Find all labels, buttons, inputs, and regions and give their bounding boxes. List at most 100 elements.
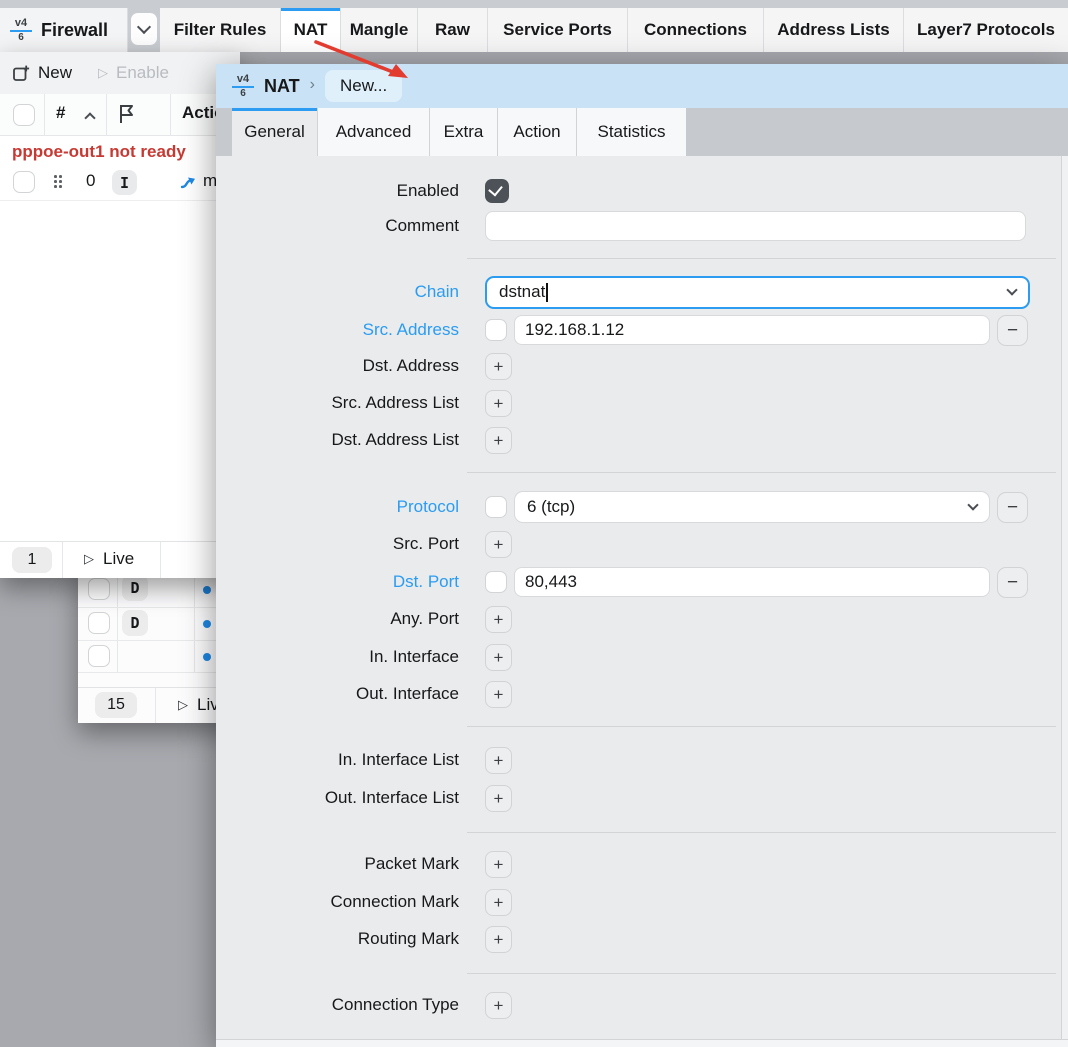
add-button[interactable]: + (485, 851, 512, 878)
flag-icon[interactable] (118, 103, 136, 125)
add-button[interactable]: + (485, 992, 512, 1019)
window-switcher-chevron[interactable] (131, 13, 157, 45)
status-dot-icon (203, 653, 211, 661)
tab-action[interactable]: Action (497, 108, 576, 156)
row-checkbox[interactable] (88, 645, 110, 667)
field-row-src-port: Src. Port + (216, 530, 1056, 558)
rule-row[interactable]: 0 I m (0, 166, 240, 201)
ipv4-ipv6-icon: v46 (10, 18, 32, 43)
rule-index: 0 (86, 171, 95, 191)
add-button[interactable]: + (485, 353, 512, 380)
new-window-icon (12, 64, 30, 82)
tab-nat[interactable]: NAT (280, 8, 340, 52)
dst-port-input[interactable] (514, 567, 990, 597)
general-form: Enabled Comment Chain dstnat Src. Addres… (216, 156, 1068, 1046)
enable-button[interactable]: ▷ Enable (98, 63, 169, 83)
row-checkbox[interactable] (13, 171, 35, 193)
remove-button[interactable]: − (997, 492, 1028, 523)
field-row-in-interface: In. Interface + (216, 643, 1056, 671)
add-button[interactable]: + (485, 531, 512, 558)
tab-advanced[interactable]: Advanced (317, 108, 429, 156)
field-row-out-interface-list: Out. Interface List + (216, 784, 1056, 812)
play-icon: ▷ (178, 697, 188, 713)
add-button[interactable]: + (485, 606, 512, 633)
field-row-comment: Comment (216, 209, 1056, 243)
remove-button[interactable]: − (997, 567, 1028, 598)
tab-general[interactable]: General (232, 108, 317, 156)
play-icon: ▷ (98, 65, 108, 81)
field-row-dst-address: Dst. Address + (216, 352, 1056, 380)
page-count-badge: 1 (12, 547, 52, 573)
remove-button[interactable]: − (997, 315, 1028, 346)
field-row-connection-type: Connection Type + (216, 991, 1056, 1019)
field-row-connection-mark: Connection Mark + (216, 888, 1056, 916)
field-row-src-address: Src. Address − (216, 313, 1056, 347)
row-checkbox[interactable] (88, 578, 110, 600)
disabled-badge: D (122, 610, 148, 636)
tab-service-ports[interactable]: Service Ports (487, 8, 627, 52)
field-row-any-port: Any. Port + (216, 605, 1056, 633)
play-icon: ▷ (84, 551, 94, 567)
tab-connections[interactable]: Connections (627, 8, 763, 52)
chevron-down-icon (137, 20, 151, 34)
field-row-in-interface-list: In. Interface List + (216, 746, 1056, 774)
field-row-routing-mark: Routing Mark + (216, 925, 1056, 953)
field-row-chain: Chain dstnat (216, 274, 1056, 310)
add-button[interactable]: + (485, 390, 512, 417)
add-button[interactable]: + (485, 681, 512, 708)
dialog-tabs: General Advanced Extra Action Statistics (216, 108, 1068, 156)
drag-handle-icon[interactable] (54, 175, 62, 188)
negate-checkbox[interactable] (485, 571, 507, 593)
invalid-badge: I (112, 170, 137, 195)
firewall-filter-window: New ▷ Enable # Action pppoe-out1 not rea… (0, 52, 240, 578)
add-button[interactable]: + (485, 427, 512, 454)
add-button[interactable]: + (485, 785, 512, 812)
tab-mangle[interactable]: Mangle (340, 8, 417, 52)
page-count-badge: 15 (95, 692, 137, 718)
section-divider (467, 472, 1056, 473)
list-footer: 1 ▷ Live (0, 541, 240, 578)
field-row-enabled: Enabled (216, 174, 1056, 208)
src-address-input[interactable] (514, 315, 990, 345)
sort-asc-icon[interactable] (84, 112, 95, 123)
negate-checkbox[interactable] (485, 496, 507, 518)
tab-extra[interactable]: Extra (429, 108, 497, 156)
tab-filter-rules[interactable]: Filter Rules (160, 8, 280, 52)
top-tab-bar: v46 Firewall Filter Rules NAT Mangle Raw… (0, 0, 1068, 52)
tab-address-lists[interactable]: Address Lists (763, 8, 903, 52)
status-dot-icon (203, 586, 211, 594)
add-button[interactable]: + (485, 889, 512, 916)
new-button[interactable]: New (12, 63, 72, 83)
field-row-protocol: Protocol 6 (tcp) − (216, 490, 1056, 524)
tab-statistics[interactable]: Statistics (576, 108, 686, 156)
add-button[interactable]: + (485, 926, 512, 953)
disabled-badge: D (122, 575, 148, 601)
row-checkbox[interactable] (88, 612, 110, 634)
ipv4-ipv6-icon: v46 (232, 74, 254, 99)
scrollbar-track[interactable] (1061, 156, 1068, 1046)
comment-input[interactable] (485, 211, 1026, 241)
chevron-down-icon (967, 499, 978, 510)
field-row-out-interface: Out. Interface + (216, 680, 1056, 708)
window-title-firewall: v46 Firewall (0, 8, 128, 52)
enabled-checkbox[interactable] (485, 179, 509, 203)
negate-checkbox[interactable] (485, 319, 507, 341)
dialog-header: v46 NAT › New... (216, 64, 1068, 108)
app-title: Firewall (41, 20, 108, 41)
add-button[interactable]: + (485, 747, 512, 774)
section-divider (467, 258, 1056, 259)
nat-new-dialog: v46 NAT › New... General Advanced Extra … (216, 64, 1068, 1046)
chain-combobox[interactable]: dstnat (485, 276, 1030, 309)
breadcrumb-title: NAT (264, 76, 300, 97)
column-number[interactable]: # (56, 103, 65, 123)
tab-layer7-protocols[interactable]: Layer7 Protocols (903, 8, 1068, 52)
protocol-combobox[interactable]: 6 (tcp) (514, 491, 990, 523)
field-row-dst-port: Dst. Port − (216, 565, 1056, 599)
text-cursor (546, 283, 548, 302)
live-button[interactable]: ▷ Live (84, 549, 134, 569)
status-dot-icon (203, 620, 211, 628)
breadcrumb-separator-icon: › (310, 76, 315, 94)
select-all-checkbox[interactable] (13, 104, 35, 126)
add-button[interactable]: + (485, 644, 512, 671)
tab-raw[interactable]: Raw (417, 8, 487, 52)
